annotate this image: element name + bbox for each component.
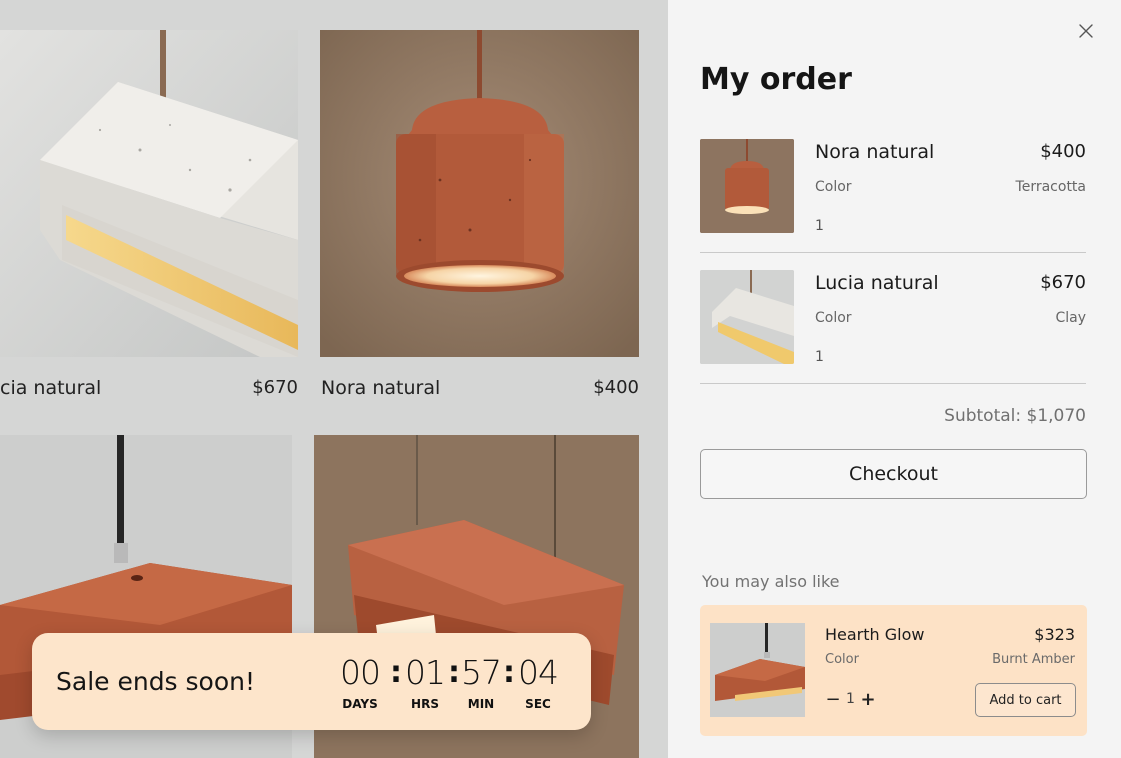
product-name[interactable]: Nora natural (321, 377, 440, 399)
recommendation-color-label: Color (825, 652, 859, 667)
recommendation-price: $323 (1034, 625, 1075, 644)
divider (700, 252, 1086, 253)
lucia-thumb-illustration (700, 270, 794, 364)
countdown-hours: 01 HRS (395, 653, 455, 711)
order-item-color-label: Color (815, 310, 852, 326)
order-item-thumbnail[interactable] (700, 139, 794, 233)
product-name[interactable]: cia natural (0, 377, 101, 399)
quantity-value: 1 (846, 691, 855, 707)
nora-lamp-illustration (320, 30, 639, 357)
recommendation-color-value: Burnt Amber (992, 652, 1075, 667)
product-image-nora[interactable] (320, 30, 639, 357)
order-item-thumbnail[interactable] (700, 270, 794, 364)
quantity-decrease-button[interactable]: − (824, 689, 842, 711)
product-price: $670 (252, 377, 298, 398)
countdown-label: HRS (411, 697, 439, 711)
order-item-color-value: Terracotta (1015, 179, 1086, 195)
sale-banner: Sale ends soon! 00 DAYS : 01 HRS : 57 MI… (32, 633, 591, 730)
lucia-lamp-illustration (0, 30, 298, 357)
recommendation-name[interactable]: Hearth Glow (825, 625, 924, 644)
order-item: Lucia natural $670 Color Clay 1 (700, 270, 1086, 382)
order-item-price: $400 (1040, 141, 1086, 162)
nora-thumb-illustration (700, 139, 794, 233)
order-item: Nora natural $400 Color Terracotta 1 (700, 139, 1086, 251)
countdown-value: 00 (340, 653, 381, 692)
order-item-quantity: 1 (815, 218, 824, 234)
page-title: My order (700, 62, 852, 97)
close-icon[interactable] (1077, 22, 1095, 40)
countdown-value: 04 (518, 653, 559, 692)
countdown-label: SEC (525, 697, 551, 711)
order-item-quantity: 1 (815, 349, 824, 365)
countdown-value: 01 (405, 653, 446, 692)
hearth-thumb-illustration (710, 623, 805, 717)
countdown-label: MIN (467, 697, 495, 711)
quantity-increase-button[interactable]: + (859, 689, 877, 711)
order-item-name[interactable]: Nora natural (815, 141, 934, 163)
subtotal: Subtotal: $1,070 (944, 406, 1086, 426)
countdown-label: DAYS (342, 697, 378, 711)
order-panel: My order Nora natural $400 Color Terraco… (668, 0, 1121, 758)
order-item-color-label: Color (815, 179, 852, 195)
order-item-price: $670 (1040, 272, 1086, 293)
countdown-days: 00 DAYS (330, 653, 390, 711)
checkout-button[interactable]: Checkout (700, 449, 1087, 499)
recommendation-thumbnail[interactable] (710, 623, 805, 717)
product-image-lucia[interactable] (0, 30, 298, 357)
countdown-seconds: 04 SEC (508, 653, 568, 711)
sale-title: Sale ends soon! (56, 667, 256, 696)
recommendations-title: You may also like (702, 572, 840, 591)
order-item-name[interactable]: Lucia natural (815, 272, 939, 294)
countdown-minutes: 57 MIN (451, 653, 511, 711)
add-to-cart-button[interactable]: Add to cart (975, 683, 1076, 717)
product-price: $400 (593, 377, 639, 398)
recommendation-card: Hearth Glow $323 Color Burnt Amber − 1 +… (700, 605, 1087, 736)
order-item-color-value: Clay (1055, 310, 1086, 326)
divider (700, 383, 1086, 384)
countdown-value: 57 (461, 653, 502, 692)
